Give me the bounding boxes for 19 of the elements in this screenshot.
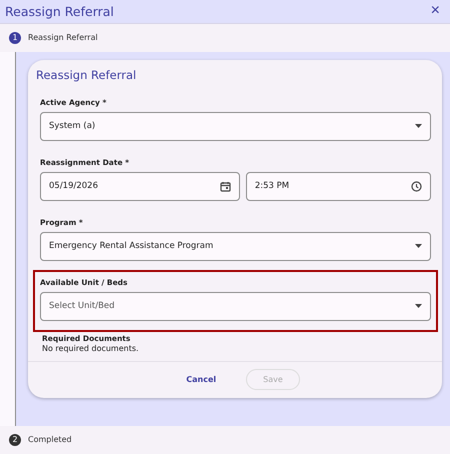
documents-text: No required documents. <box>42 344 140 353</box>
step-label: Completed <box>28 435 72 444</box>
window-title: Reassign Referral <box>5 4 114 19</box>
card-title: Reassign Referral <box>35 66 138 84</box>
select-field[interactable]: Select Unit/Bed <box>40 292 431 321</box>
step-number: 2 <box>9 434 21 446</box>
date-field[interactable]: 05/19/2026 <box>40 172 240 201</box>
step-label: Reassign Referral <box>28 33 98 42</box>
step-number: 1 <box>9 32 21 44</box>
close-button[interactable]: × <box>428 3 442 20</box>
time-field[interactable]: 2:53 PM <box>246 172 431 201</box>
dropdown-caret-icon <box>415 304 422 308</box>
calendar-icon[interactable] <box>220 180 231 192</box>
dropdown-caret-icon <box>415 124 422 128</box>
dropdown-caret-icon <box>415 244 422 248</box>
cancel-button[interactable]: Cancel <box>170 368 232 390</box>
select-field[interactable]: System (a) <box>40 112 431 141</box>
clock-icon[interactable] <box>411 180 422 192</box>
select-field[interactable]: Emergency Rental Assistance Program <box>40 232 431 261</box>
